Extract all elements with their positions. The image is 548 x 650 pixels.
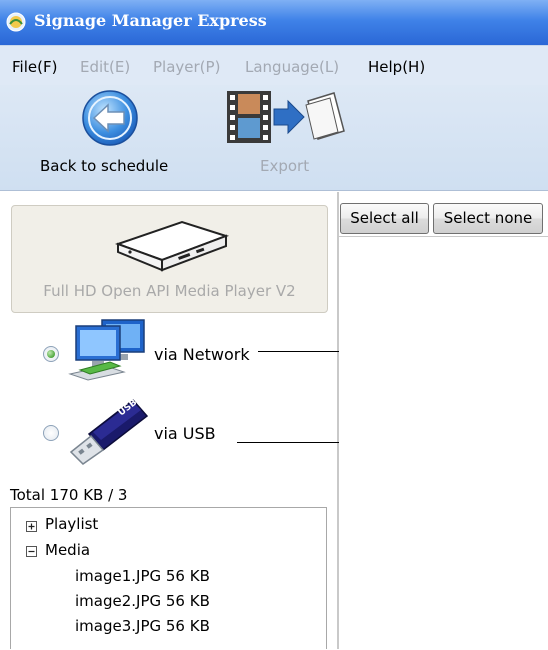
usb-drive-icon: USB	[69, 398, 149, 465]
tree-item-image2[interactable]: image2.JPG 56 KB	[75, 592, 210, 610]
via-usb-label[interactable]: via USB	[154, 424, 216, 443]
tree-item-image1[interactable]: image1.JPG 56 KB	[75, 567, 210, 585]
export-label: Export	[260, 157, 310, 175]
via-network-label[interactable]: via Network	[154, 345, 250, 364]
title-bar: Signage Manager Express	[0, 0, 548, 45]
export-icon	[227, 91, 345, 143]
device-button[interactable]: Full HD Open API Media Player V2	[11, 205, 328, 313]
window-title: Signage Manager Express	[34, 11, 267, 30]
select-none-button[interactable]: Select none	[433, 203, 543, 234]
network-computers-icon	[68, 319, 145, 381]
back-to-schedule-button[interactable]: Back to schedule	[30, 85, 195, 190]
back-to-schedule-label: Back to schedule	[40, 157, 169, 175]
tree-item-image3[interactable]: image3.JPG 56 KB	[75, 617, 210, 635]
back-arrow-icon	[82, 90, 138, 146]
export-button[interactable]: Export	[215, 85, 355, 190]
media-collapse-icon[interactable]	[26, 546, 37, 557]
menu-edit[interactable]: Edit(E)	[80, 58, 130, 76]
app-icon	[6, 12, 26, 32]
tree-item-media[interactable]: Media	[45, 541, 90, 559]
menu-player[interactable]: Player(P)	[153, 58, 220, 76]
total-size-label: Total 170 KB / 3	[10, 486, 128, 504]
menu-file[interactable]: File(F)	[12, 58, 57, 76]
toolbar: Back to schedule Export	[0, 85, 548, 191]
network-radio[interactable]	[43, 346, 59, 362]
select-all-button[interactable]: Select all	[340, 203, 429, 234]
usb-radio[interactable]	[43, 425, 59, 441]
tree-item-playlist[interactable]: Playlist	[45, 515, 98, 533]
menu-bar: File(F) Edit(E) Player(P) Language(L) He…	[0, 45, 548, 86]
menu-help[interactable]: Help(H)	[368, 58, 425, 76]
media-player-icon	[115, 220, 230, 272]
playlist-expand-icon[interactable]	[26, 521, 37, 532]
content-tree: Playlist Media image1.JPG 56 KB image2.J…	[10, 507, 327, 649]
device-name: Full HD Open API Media Player V2	[43, 282, 296, 300]
menu-language[interactable]: Language(L)	[245, 58, 339, 76]
file-selection-list[interactable]	[339, 236, 548, 650]
